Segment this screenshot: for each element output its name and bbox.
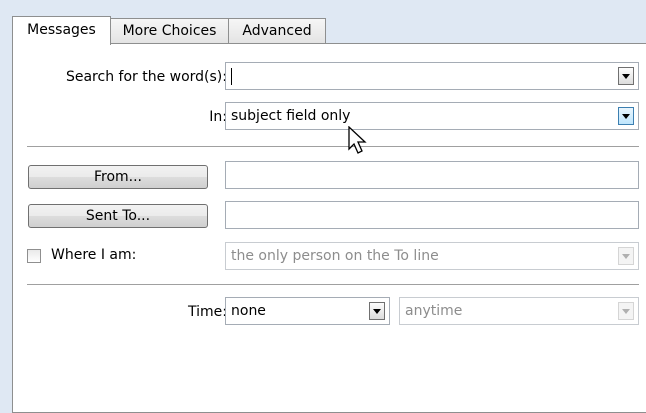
- time-range-value: anytime: [405, 303, 463, 319]
- tab-more-choices[interactable]: More Choices: [110, 18, 229, 43]
- from-button[interactable]: From...: [28, 165, 208, 189]
- time-range-dropdown-arrow-icon[interactable]: [618, 302, 634, 320]
- sent-to-button-label: Sent To...: [85, 208, 151, 224]
- tab-advanced[interactable]: Advanced: [228, 18, 326, 43]
- where-i-am-combobox[interactable]: the only person on the To line: [225, 242, 639, 270]
- search-label: Search for the word(s):: [65, 69, 227, 85]
- time-value: none: [231, 303, 266, 319]
- separator-bottom: [27, 284, 639, 285]
- tab-messages-label: Messages: [27, 22, 96, 38]
- in-dropdown-arrow-icon[interactable]: [618, 107, 634, 125]
- search-dropdown-arrow-icon[interactable]: [618, 67, 634, 85]
- where-i-am-checkbox[interactable]: [27, 249, 41, 263]
- tab-more-choices-label: More Choices: [122, 23, 217, 39]
- time-range-combobox[interactable]: anytime: [399, 297, 639, 325]
- in-value: subject field only: [231, 108, 351, 124]
- separator-top: [27, 146, 639, 147]
- sent-to-field[interactable]: [225, 201, 639, 229]
- where-i-am-value: the only person on the To line: [231, 248, 439, 264]
- from-button-label: From...: [93, 169, 143, 185]
- messages-panel: Search for the word(s): In: subject fiel…: [12, 43, 646, 413]
- time-combobox[interactable]: none: [225, 297, 390, 325]
- mouse-pointer-icon: [348, 126, 367, 154]
- sent-to-button[interactable]: Sent To...: [28, 204, 208, 228]
- in-combobox[interactable]: subject field only: [225, 102, 639, 130]
- text-caret: [231, 68, 232, 85]
- time-dropdown-arrow-icon[interactable]: [369, 302, 385, 320]
- time-label: Time:: [188, 304, 227, 320]
- search-combobox[interactable]: [225, 62, 639, 90]
- where-i-am-dropdown-arrow-icon[interactable]: [618, 247, 634, 265]
- where-i-am-label: Where I am:: [51, 247, 137, 263]
- tab-advanced-label: Advanced: [242, 23, 312, 39]
- from-field[interactable]: [225, 161, 639, 189]
- tab-messages[interactable]: Messages: [12, 16, 111, 45]
